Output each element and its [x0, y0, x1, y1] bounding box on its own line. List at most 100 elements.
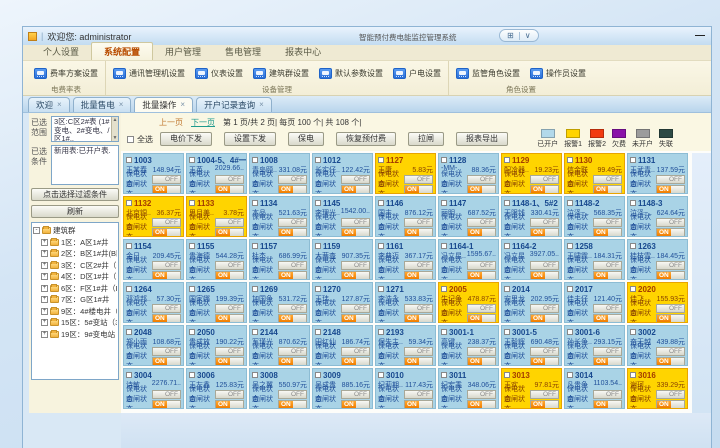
selected-condition-box[interactable]: 新用表:已开户表. [51, 145, 119, 185]
switch-status-toggle[interactable]: ON [593, 314, 622, 323]
ribbon-button[interactable]: 户电设置 [389, 66, 445, 81]
switch-status-toggle[interactable]: ON [215, 314, 244, 323]
switch-status-toggle[interactable]: ON [656, 314, 685, 323]
protect-status-toggle[interactable]: OFF [467, 261, 496, 270]
switch-status-toggle[interactable]: ON [278, 271, 307, 280]
card-checkbox[interactable] [126, 157, 132, 163]
meter-card[interactable]: 2005 牛记争 478.87元 保电状态 OFF [438, 282, 499, 323]
card-checkbox[interactable] [252, 372, 258, 378]
ribbon-button[interactable]: 仪表设置 [191, 66, 247, 81]
refresh-button[interactable]: 刷新 [31, 205, 119, 218]
card-checkbox[interactable] [630, 329, 636, 335]
switch-status-toggle[interactable]: ON [404, 314, 433, 323]
protect-status-toggle[interactable]: OFF [278, 304, 307, 313]
meter-card[interactable]: 2050 贵成放 190.22元 保电状态 OFF [186, 325, 247, 366]
card-checkbox[interactable] [567, 372, 573, 378]
switch-status-toggle[interactable]: ON [530, 357, 559, 366]
protect-status-toggle[interactable]: OFF [467, 175, 496, 184]
card-checkbox[interactable] [315, 372, 321, 378]
tree-item[interactable]: + 15区：5#变站（3#变电 [33, 317, 117, 329]
action-button[interactable]: 报表导出 [456, 132, 508, 146]
switch-status-toggle[interactable]: ON [467, 357, 496, 366]
card-checkbox[interactable] [504, 329, 510, 335]
switch-status-toggle[interactable]: ON [215, 228, 244, 237]
card-checkbox[interactable] [252, 243, 258, 249]
switch-status-toggle[interactable]: ON [467, 314, 496, 323]
card-checkbox[interactable] [378, 157, 384, 163]
switch-status-toggle[interactable]: ON [593, 185, 622, 194]
expand-icon[interactable]: + [41, 319, 48, 326]
protect-status-toggle[interactable]: OFF [530, 261, 559, 270]
card-checkbox[interactable] [441, 286, 447, 292]
card-checkbox[interactable] [189, 243, 195, 249]
meter-card[interactable]: 1147 丽明 687.52元 保电状态 OFF [438, 196, 499, 237]
protect-status-toggle[interactable]: OFF [593, 304, 622, 313]
switch-status-toggle[interactable]: ON [152, 357, 181, 366]
card-checkbox[interactable] [630, 200, 636, 206]
protect-status-toggle[interactable]: OFF [215, 175, 244, 184]
protect-status-toggle[interactable]: OFF [278, 218, 307, 227]
meter-card[interactable]: 1012 长实仔.. 122.42元 保电状态 OFF [312, 153, 373, 194]
protect-status-toggle[interactable]: OFF [467, 390, 496, 399]
grid-icon[interactable]: ⊞ [507, 31, 514, 40]
card-checkbox[interactable] [441, 243, 447, 249]
protect-status-toggle[interactable]: OFF [278, 390, 307, 399]
meter-card[interactable]: 1003 王某春 148.94元 保电状态 OFF [123, 153, 184, 194]
meter-card[interactable]: 1145 李理光.. 1542.00.. 保电状态 OFF [312, 196, 373, 237]
protect-status-toggle[interactable]: OFF [404, 218, 433, 227]
meter-card[interactable]: 1148-1、5#2 无限钱 330.41元 保电状态 OFF [501, 196, 562, 237]
protect-status-toggle[interactable]: OFF [341, 390, 370, 399]
protect-status-toggle[interactable]: OFF [593, 261, 622, 270]
protect-status-toggle[interactable]: OFF [278, 347, 307, 356]
scroll-down-icon[interactable]: ▼ [112, 135, 118, 141]
switch-status-toggle[interactable]: ON [341, 271, 370, 280]
meter-card[interactable]: 1265 国家娜 199.39元 保电状态 OFF [186, 282, 247, 323]
protect-status-toggle[interactable]: OFF [593, 347, 622, 356]
expand-icon[interactable]: + [41, 239, 48, 246]
action-button[interactable]: 拉闸 [408, 132, 444, 146]
protect-status-toggle[interactable]: OFF [656, 304, 685, 313]
meter-card[interactable]: 1164-2 冯立星 3927.05.. 保电状态 OFF [501, 239, 562, 280]
switch-status-toggle[interactable]: ON [404, 357, 433, 366]
tree-root[interactable]: - 建筑群 [33, 225, 117, 237]
card-checkbox[interactable] [441, 200, 447, 206]
ribbon-button[interactable]: 操作员设置 [526, 66, 590, 81]
meter-card[interactable]: 3009 吴成贵 885.16元 保电状态 OFF [312, 368, 373, 409]
protect-status-toggle[interactable]: OFF [593, 175, 622, 184]
switch-status-toggle[interactable]: ON [278, 314, 307, 323]
meter-card[interactable]: 1264 邓鸿邦.. 57.30元 保电状态 OFF [123, 282, 184, 323]
card-checkbox[interactable] [252, 200, 258, 206]
expand-icon[interactable]: + [41, 308, 48, 315]
card-checkbox[interactable] [252, 329, 258, 335]
document-tab[interactable]: 欢迎 × [28, 97, 70, 112]
action-button[interactable]: 恢复预付费 [336, 132, 396, 146]
tree-item[interactable]: + 1区：A区1#井 [33, 237, 117, 249]
right-scroll-strip[interactable] [692, 153, 711, 413]
meter-card[interactable]: 1157 杜杰 686.99元 保电状态 OFF [249, 239, 310, 280]
meter-card[interactable]: 1270 王玮.. 127.87元 保电状态 OFF [312, 282, 373, 323]
card-checkbox[interactable] [441, 329, 447, 335]
meter-card[interactable]: 1148-3 泣泽~.. 624.64元 保电状态 OFF [627, 196, 688, 237]
ribbon-tab[interactable]: 用户管理 [153, 43, 213, 60]
meter-card[interactable]: 1127 王康.. 5.83元 保电状态 OFF [375, 153, 436, 194]
switch-status-toggle[interactable]: ON [467, 228, 496, 237]
tree-item[interactable]: + 2区：B区1#井(B区1#井 [33, 248, 117, 260]
protect-status-toggle[interactable]: OFF [467, 218, 496, 227]
protect-status-toggle[interactable]: OFF [215, 347, 244, 356]
card-checkbox[interactable] [126, 243, 132, 249]
protect-status-toggle[interactable]: OFF [152, 218, 181, 227]
protect-status-toggle[interactable]: OFF [467, 347, 496, 356]
switch-status-toggle[interactable]: ON [404, 271, 433, 280]
protect-status-toggle[interactable]: OFF [530, 218, 559, 227]
switch-status-toggle[interactable]: ON [656, 228, 685, 237]
ribbon-tab[interactable]: 系统配置 [91, 42, 153, 60]
card-checkbox[interactable] [315, 286, 321, 292]
filter-condition-button[interactable]: 点击选择过滤条件 [31, 188, 119, 201]
meter-card[interactable]: 2193 保先主.. 59.34元 保电状态 OFF [375, 325, 436, 366]
card-checkbox[interactable] [441, 372, 447, 378]
switch-status-toggle[interactable]: ON [530, 271, 559, 280]
meter-card[interactable]: 3013 王欢.. 97.81元 保电状态 OFF [501, 368, 562, 409]
tab-close-icon[interactable]: × [180, 101, 185, 109]
card-checkbox[interactable] [189, 286, 195, 292]
switch-status-toggle[interactable]: ON [404, 400, 433, 409]
